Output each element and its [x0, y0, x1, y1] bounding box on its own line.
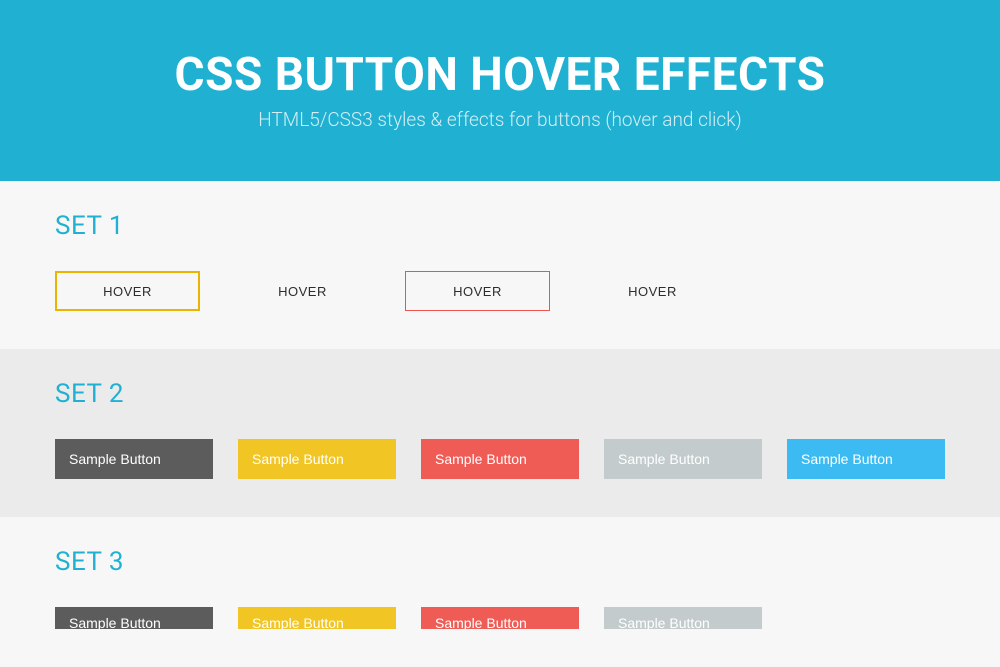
hover-button-4[interactable]: HOVER [580, 271, 725, 311]
sample-button-red[interactable]: Sample Button [421, 439, 579, 479]
section-set-3: SET 3 Sample Button Sample Button Sample… [0, 517, 1000, 667]
button-row-set-3: Sample Button Sample Button Sample Butto… [55, 607, 945, 629]
sample-button-blue[interactable]: Sample Button [787, 439, 945, 479]
hover-button-2[interactable]: HOVER [230, 271, 375, 311]
hover-button-1[interactable]: HOVER [55, 271, 200, 311]
sample-button-yellow-2[interactable]: Sample Button [238, 607, 396, 629]
hover-button-3[interactable]: HOVER [405, 271, 550, 311]
sample-button-dark-2[interactable]: Sample Button [55, 607, 213, 629]
sample-button-gray-2[interactable]: Sample Button [604, 607, 762, 629]
sample-button-red-2[interactable]: Sample Button [421, 607, 579, 629]
section-set-1: SET 1 HOVER HOVER HOVER HOVER [0, 181, 1000, 349]
hero-banner: CSS BUTTON HOVER EFFECTS HTML5/CSS3 styl… [0, 0, 1000, 181]
sample-button-dark[interactable]: Sample Button [55, 439, 213, 479]
button-row-set-2: Sample Button Sample Button Sample Butto… [55, 439, 945, 479]
button-row-set-1: HOVER HOVER HOVER HOVER [55, 271, 945, 311]
section-title-set-1: SET 1 [55, 211, 945, 241]
sample-button-gray[interactable]: Sample Button [604, 439, 762, 479]
section-title-set-2: SET 2 [55, 379, 945, 409]
sample-button-yellow[interactable]: Sample Button [238, 439, 396, 479]
section-title-set-3: SET 3 [55, 547, 945, 577]
section-set-2: SET 2 Sample Button Sample Button Sample… [0, 349, 1000, 517]
page-title: CSS BUTTON HOVER EFFECTS [20, 48, 980, 102]
page-subtitle: HTML5/CSS3 styles & effects for buttons … [20, 108, 980, 131]
